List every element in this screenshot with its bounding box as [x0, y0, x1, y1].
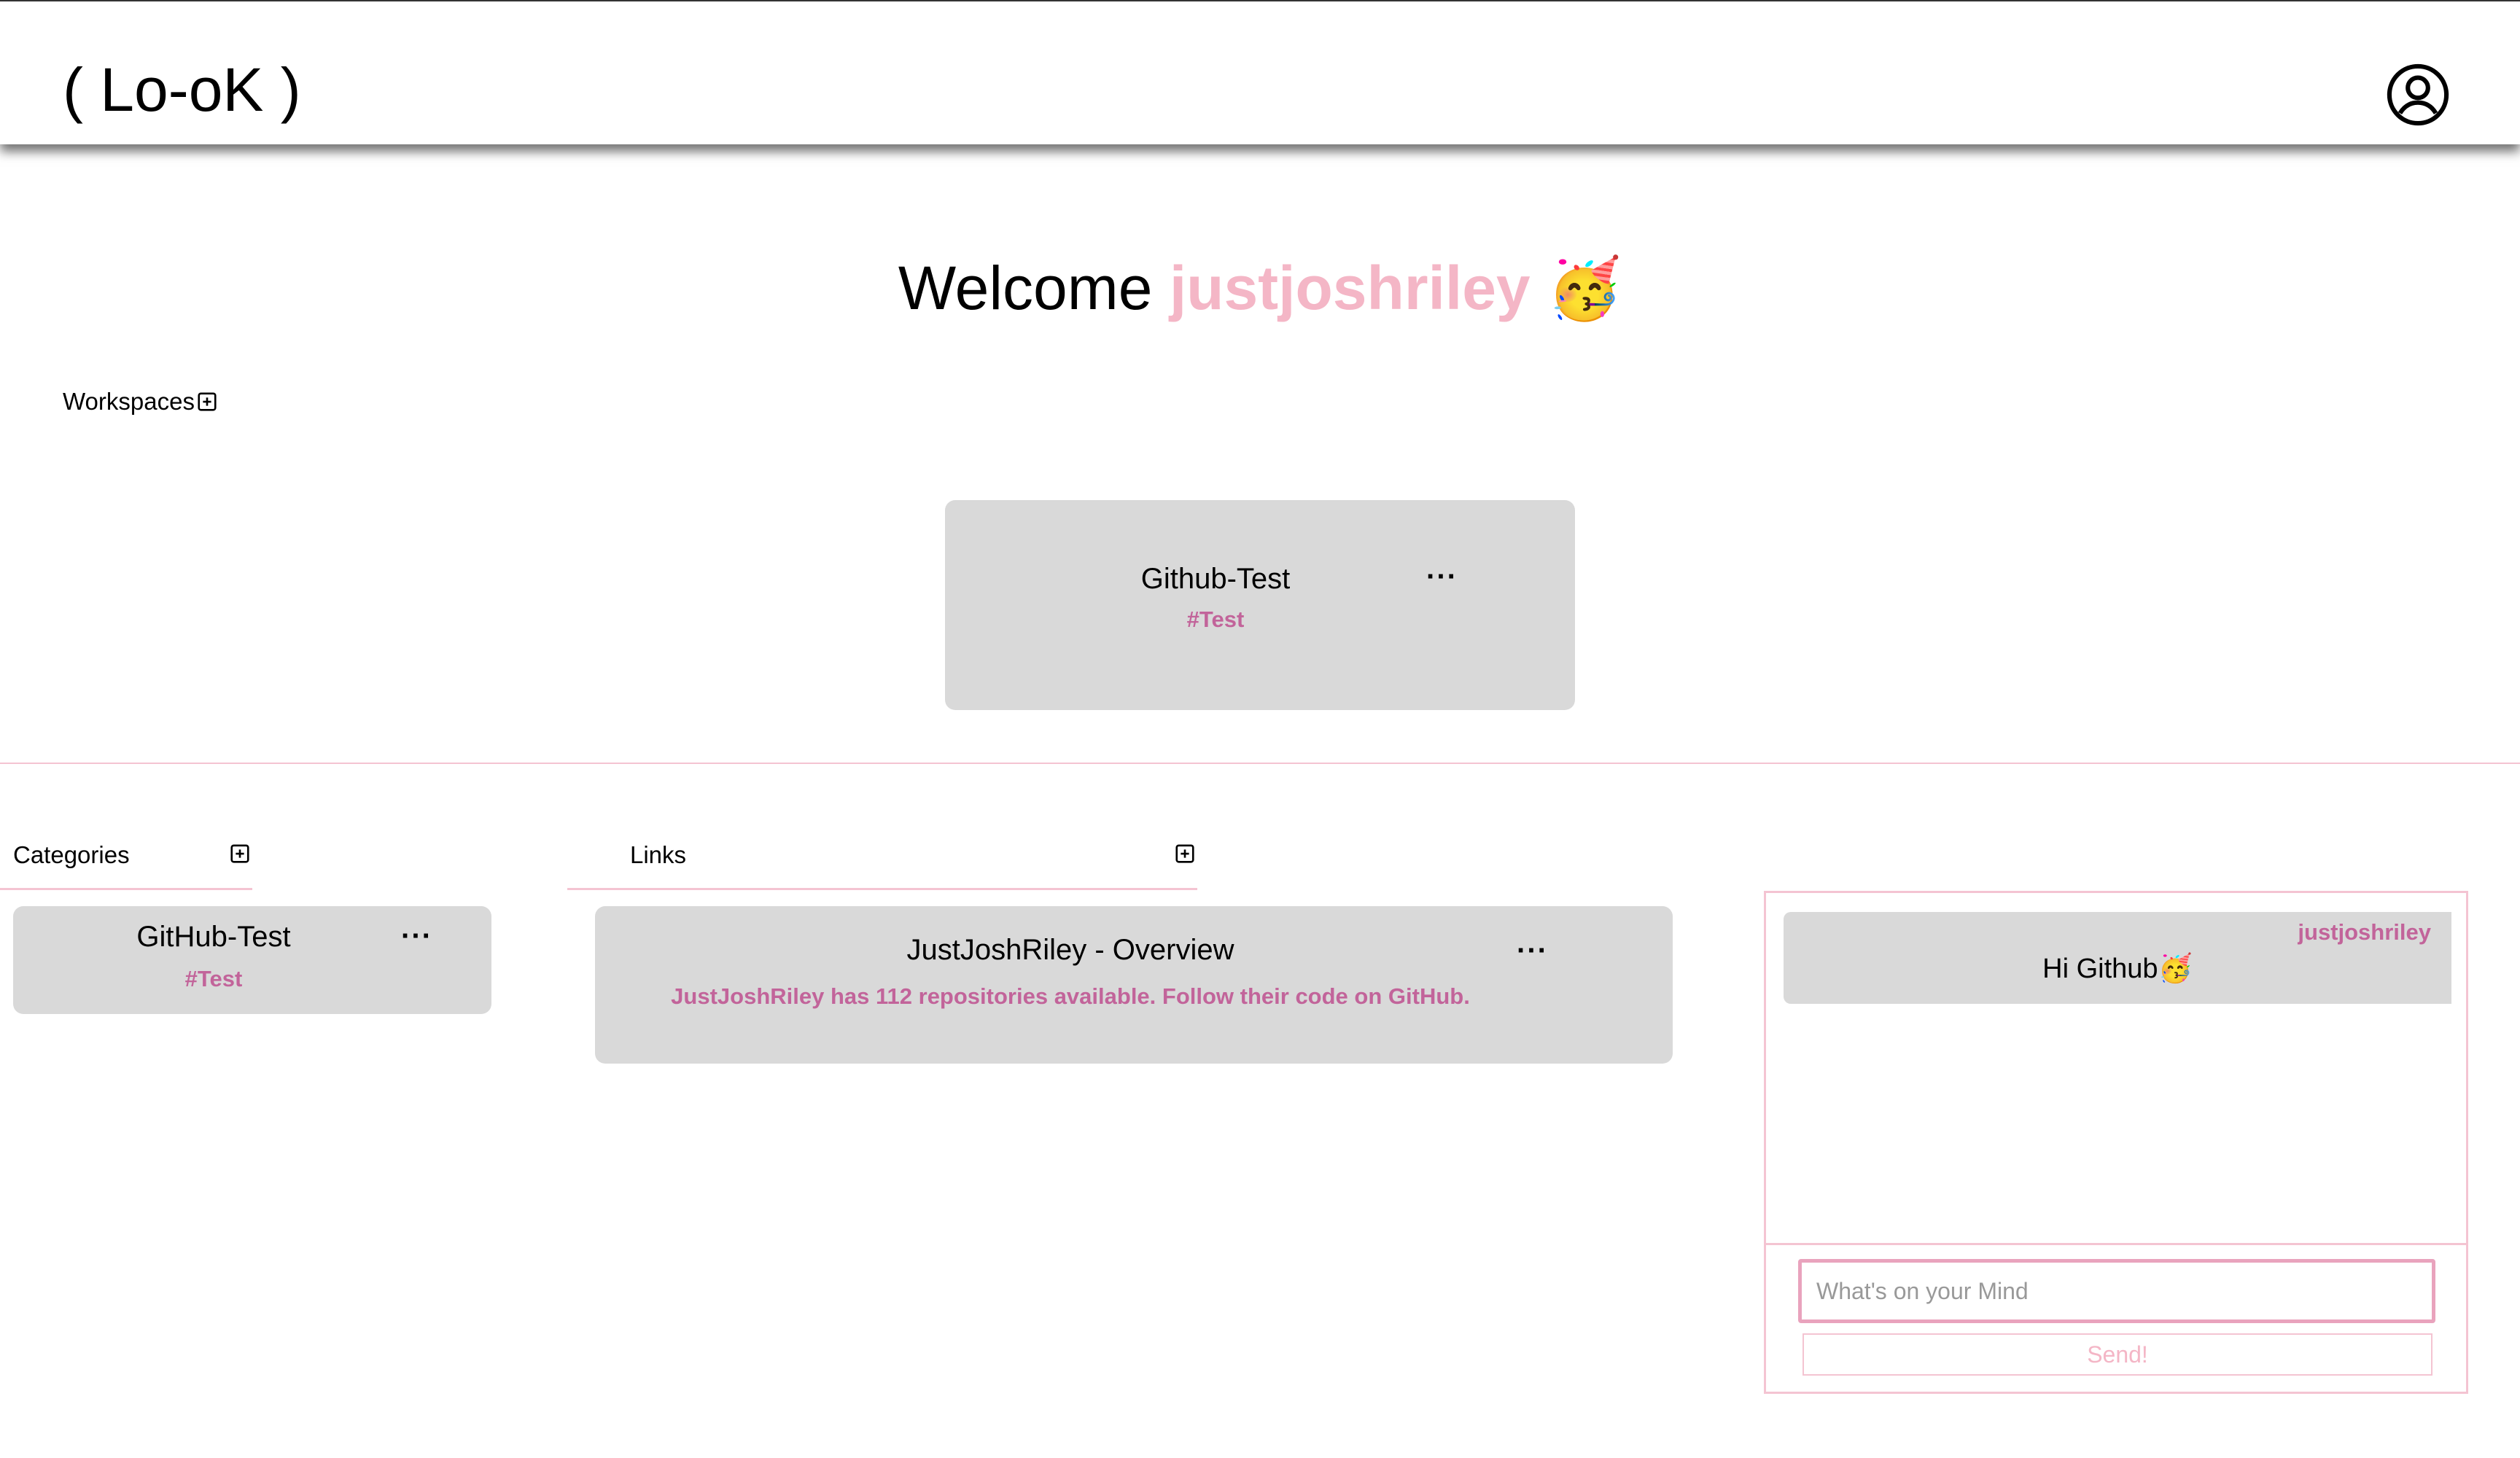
workspace-card[interactable]: Github-Test #Test ··· [945, 500, 1575, 710]
welcome-username: justjoshriley [1169, 254, 1531, 322]
send-button[interactable]: Send! [1802, 1333, 2432, 1376]
links-label: Links [630, 841, 687, 868]
party-emoji-icon: 🥳 [1547, 256, 1622, 322]
chat-message-user: justjoshriley [2298, 919, 2431, 945]
chat-message-text: Hi Github🥳 [2042, 954, 2193, 984]
categories-label: Categories [13, 841, 130, 868]
workspace-tag: #Test [1186, 607, 1245, 632]
category-name: GitHub-Test [136, 921, 291, 953]
chat-message-input[interactable] [1798, 1259, 2435, 1323]
chat-panel: justjoshriley Hi Github🥳 Send! [1764, 891, 2468, 1394]
link-description: JustJoshRiley has 112 repositories avail… [671, 983, 1470, 1009]
add-workspace-icon[interactable] [196, 391, 218, 413]
link-title: JustJoshRiley - Overview [906, 934, 1234, 966]
links-underline [567, 888, 1197, 890]
user-account-icon[interactable] [2384, 61, 2451, 128]
chat-input-divider [1766, 1243, 2466, 1245]
chat-message: justjoshriley Hi Github🥳 [1784, 912, 2451, 1004]
workspaces-label: Workspaces [63, 388, 195, 415]
category-tag: #Test [184, 966, 243, 991]
category-menu-icon[interactable]: ··· [401, 921, 432, 951]
category-card[interactable]: GitHub-Test #Test ··· [13, 906, 491, 1014]
section-divider [0, 763, 2520, 764]
add-link-icon[interactable] [1174, 843, 1196, 865]
top-nav-bar: ( Lo-oK ) [0, 0, 2520, 144]
categories-underline [0, 888, 252, 890]
link-card[interactable]: JustJoshRiley - Overview JustJoshRiley h… [595, 906, 1673, 1064]
welcome-heading: Welcome justjoshriley 🥳 [0, 241, 2520, 337]
link-menu-icon[interactable]: ··· [1517, 936, 1548, 965]
workspace-menu-icon[interactable]: ··· [1426, 562, 1458, 591]
welcome-prefix: Welcome [898, 254, 1153, 322]
add-category-icon[interactable] [229, 843, 251, 865]
workspace-name: Github-Test [1140, 563, 1291, 595]
app-logo[interactable]: ( Lo-oK ) [63, 50, 301, 130]
workspaces-header: Workspaces [63, 383, 218, 420]
